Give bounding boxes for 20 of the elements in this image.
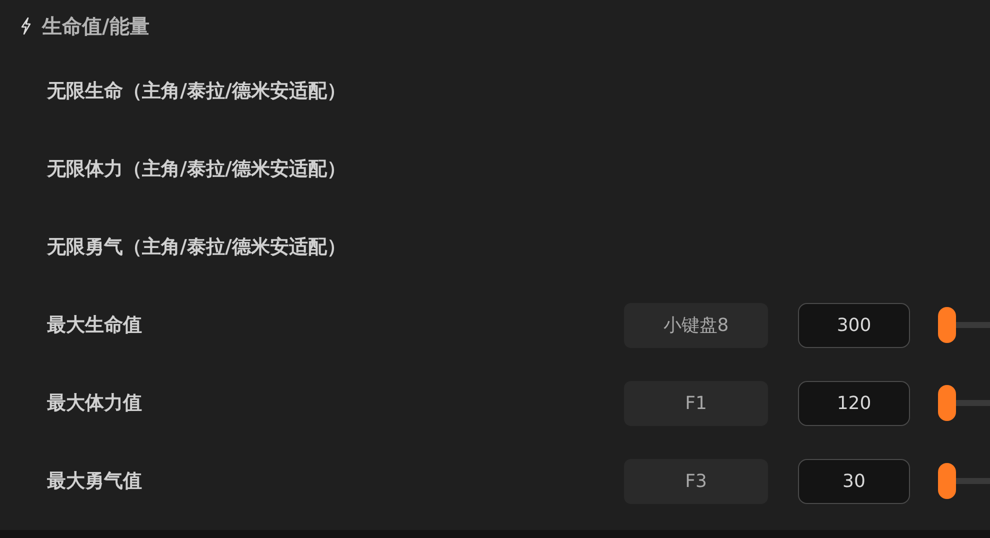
lightning-icon <box>20 17 32 35</box>
option-label: 最大生命值 <box>47 312 142 338</box>
value-field[interactable]: 120 <box>798 380 910 426</box>
slider-thumb[interactable] <box>938 307 956 343</box>
slider-track <box>956 400 990 406</box>
option-label: 无限勇气（主角/泰拉/德米安适配） <box>47 234 346 260</box>
hotkey-button[interactable]: F1 <box>624 380 768 426</box>
hotkey-button[interactable]: 小键盘8 <box>624 302 768 348</box>
value-field[interactable]: 30 <box>798 458 910 504</box>
value-field[interactable]: 300 <box>798 302 910 348</box>
option-label: 无限体力（主角/泰拉/德米安适配） <box>47 156 346 182</box>
option-label: 无限生命（主角/泰拉/德米安适配） <box>47 78 346 104</box>
option-label: 最大勇气值 <box>47 468 142 494</box>
option-label: 最大体力值 <box>47 390 142 416</box>
slider-track <box>956 322 990 328</box>
slider-thumb[interactable] <box>938 463 956 499</box>
section-title: 生命值/能量 <box>42 13 150 40</box>
hotkey-button[interactable]: F3 <box>624 458 768 504</box>
slider-track <box>956 478 990 484</box>
slider-thumb[interactable] <box>938 385 956 421</box>
